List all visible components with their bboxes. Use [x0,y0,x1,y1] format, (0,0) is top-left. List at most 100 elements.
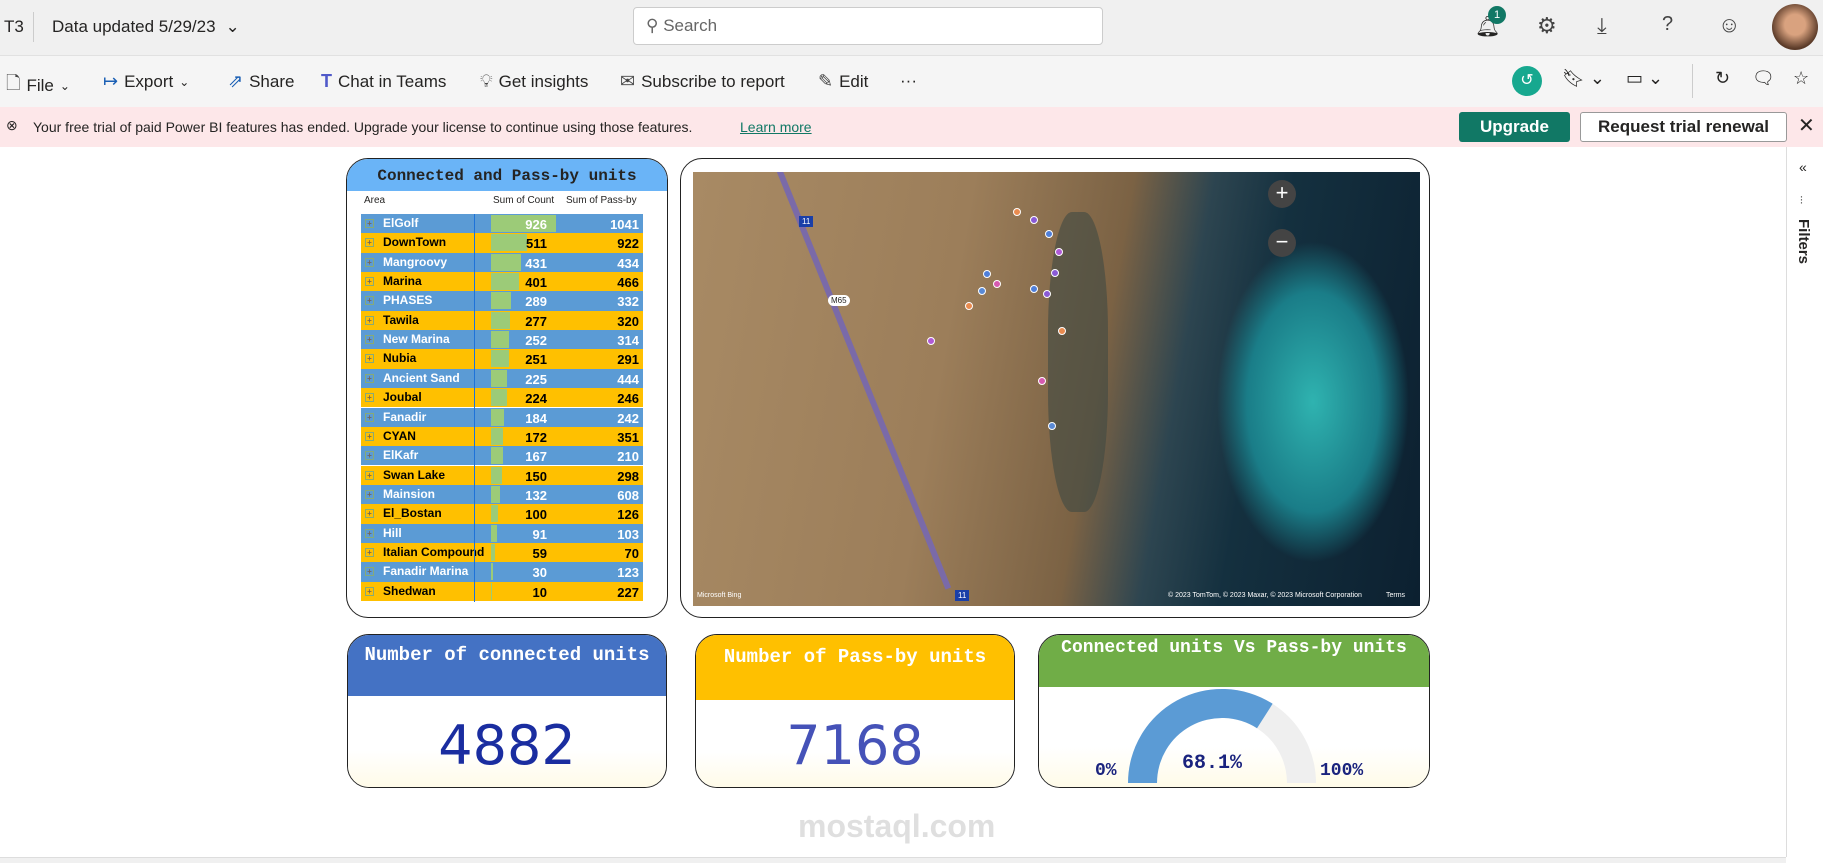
file-menu[interactable]: 🗋 File ⌄ [6,71,70,101]
map-pin[interactable] [1038,377,1046,385]
expand-icon[interactable]: + [365,335,374,345]
table-row[interactable]: + Shedwan 10 227 [361,581,643,602]
road-label: 11 [955,590,970,601]
data-updated-dropdown[interactable]: Data updated 5/29/23 ⌄ [52,17,240,37]
get-insights-button[interactable]: 💡︎ Get insights [480,71,588,92]
map-pin[interactable] [1055,248,1063,256]
expand-icon[interactable]: + [365,509,374,519]
table-row[interactable]: + ElGolf 926 1041 [361,214,643,234]
expand-icon[interactable]: + [365,238,374,248]
chevron-down-icon: ⌄ [225,17,240,36]
notifications-button[interactable]: 🔔︎ 1 [1475,6,1506,39]
table-row[interactable]: + Mainsion 132 608 [361,484,643,505]
map-pin[interactable] [1043,290,1051,298]
expand-icon[interactable]: + [365,489,374,499]
table-row[interactable]: + PHASES 289 332 [361,291,643,312]
edit-button[interactable]: ✎ Edit [818,71,868,92]
header-area[interactable]: Area [364,195,385,206]
expand-icon[interactable]: + [365,354,374,364]
satellite-map[interactable]: M65 11 11 + − Microsoft Bing © 2023 TomT… [693,172,1420,606]
passby-value: 210 [617,449,639,465]
count-data-bar [491,273,520,291]
map-pin[interactable] [978,287,986,295]
map-pin[interactable] [1051,269,1059,277]
refresh-icon[interactable]: ↻ [1715,68,1730,89]
view-icon[interactable]: ▭ ⌄ [1626,68,1663,89]
map-pin[interactable] [1058,327,1066,335]
expand-icon[interactable]: + [365,547,374,557]
search-input[interactable]: ⚲ Search [633,7,1103,45]
action-bar: 🗋 File ⌄ ↦ Export ⌄ ⇗ Share T Chat in Teams 💡︎… [0,55,1823,107]
export-icon: ↦ [103,71,119,91]
table-row[interactable]: + CYAN 172 351 [361,426,643,447]
table-row[interactable]: + Hill 91 103 [361,523,643,544]
table-row[interactable]: + Nubia 251 291 [361,349,643,370]
map-pin[interactable] [1048,422,1056,430]
expand-icon[interactable]: + [365,451,374,461]
map-pin[interactable] [1030,216,1038,224]
filters-pane[interactable]: « ⫶ Filters [1786,147,1823,857]
table-row[interactable]: + El_Bostan 100 126 [361,504,643,525]
map-pin[interactable] [965,302,973,310]
expand-icon[interactable]: + [365,393,374,403]
favorite-star-icon[interactable]: ☆ [1793,68,1809,89]
header-sum-of-count[interactable]: Sum of Count [493,195,554,206]
header-sum-of-passby[interactable]: Sum of Pass-by [566,195,637,206]
map-pin[interactable] [993,280,1001,288]
terms-link[interactable]: Terms [1386,592,1405,599]
count-value: 59 [532,545,547,561]
expand-icon[interactable]: + [365,412,374,422]
close-icon[interactable]: ✕ [1798,113,1815,138]
map-pin[interactable] [1030,285,1038,293]
table-row[interactable]: + Swan Lake 150 298 [361,465,643,486]
map-pin[interactable] [983,270,991,278]
export-menu[interactable]: ↦ Export ⌄ [103,71,189,92]
expand-icon[interactable]: + [365,315,374,325]
zoom-out-button[interactable]: − [1268,229,1296,257]
expand-icon[interactable]: + [365,528,374,538]
expand-icon[interactable]: + [365,586,374,596]
column-divider [474,465,475,486]
table-row[interactable]: + Joubal 224 246 [361,388,643,409]
table-row[interactable]: + Tawila 277 320 [361,310,643,331]
help-icon[interactable]: ? [1662,13,1673,36]
table-row[interactable]: + New Marina 252 314 [361,330,643,351]
map-pin[interactable] [1013,208,1021,216]
table-row[interactable]: + Marina 401 466 [361,272,643,293]
expand-icon[interactable]: + [365,296,374,306]
comment-icon[interactable]: 🗨︎ [1752,68,1775,89]
avatar[interactable] [1772,4,1818,50]
road-label: M65 [828,295,850,306]
expand-icon[interactable]: + [365,277,374,287]
request-trial-renewal-button[interactable]: Request trial renewal [1580,112,1787,142]
subscribe-button[interactable]: ✉ Subscribe to report [620,71,785,92]
collapse-icon[interactable]: « [1799,159,1807,175]
learn-more-link[interactable]: Learn more [740,119,812,135]
feedback-smiley-icon[interactable]: ☺ [1718,12,1740,38]
chat-in-teams-button[interactable]: T Chat in Teams [321,71,446,92]
bookmark-icon[interactable]: 🔖︎ ⌄ [1562,68,1605,89]
table-row[interactable]: + Italian Compound 59 70 [361,542,643,563]
expand-icon[interactable]: + [365,470,374,480]
zoom-in-button[interactable]: + [1268,180,1296,208]
settings-icon[interactable]: ⚙ [1537,13,1557,39]
map-pin[interactable] [927,337,935,345]
expand-icon[interactable]: + [365,219,374,228]
table-row[interactable]: + Fanadir 184 242 [361,407,643,428]
table-row[interactable]: + DownTown 511 922 [361,233,643,254]
more-options-button[interactable]: ··· [900,71,917,91]
horizontal-scrollbar[interactable] [0,857,1786,863]
table-row[interactable]: + Mangroovy 431 434 [361,252,643,273]
expand-icon[interactable]: + [365,373,374,383]
table-row[interactable]: + Ancient Sand 225 444 [361,368,643,389]
expand-icon[interactable]: + [365,257,374,267]
download-icon[interactable]: ⤓ [1597,13,1607,39]
table-row[interactable]: + ElKafr 167 210 [361,446,643,467]
map-pin[interactable] [1045,230,1053,238]
expand-icon[interactable]: + [365,431,374,441]
expand-icon[interactable]: + [365,567,374,577]
upgrade-button[interactable]: Upgrade [1459,112,1570,142]
reset-icon[interactable]: ↺ [1512,66,1542,96]
share-button[interactable]: ⇗ Share [228,71,294,92]
table-row[interactable]: + Fanadir Marina 30 123 [361,562,643,583]
